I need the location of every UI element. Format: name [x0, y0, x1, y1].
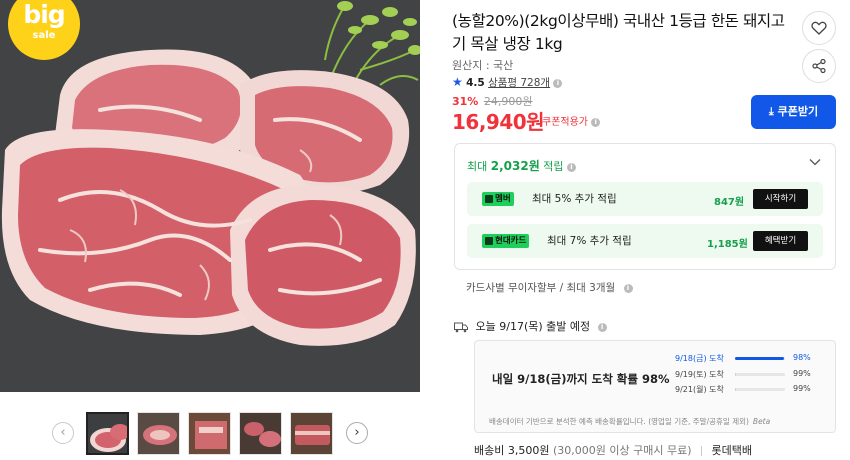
- info-icon[interactable]: i: [567, 162, 576, 172]
- share-button[interactable]: [802, 49, 836, 83]
- delivery-note-text: 배송데이터 기반으로 분석한 예측 배송확률입니다. (영업일 기준, 주말/공…: [489, 417, 749, 426]
- forecast-label: 9/19(토) 도착: [675, 370, 724, 379]
- hyundai-card-badge: 현대카드: [482, 234, 530, 248]
- reward-amount: 2,032원: [490, 159, 540, 173]
- reward-row-member: 멤버 최대 5% 추가 적립 847원 시작하기: [467, 182, 823, 216]
- forecast-row: 9/18(금) 도착 98%: [675, 353, 815, 365]
- heart-icon: [811, 21, 827, 35]
- beta-label: Beta: [752, 417, 771, 426]
- forecast-bar: [735, 357, 785, 360]
- rating-value: 4.5: [466, 77, 485, 89]
- departure-row: 오늘 9/17(목) 출발 예정 i: [454, 318, 607, 334]
- forecast-fill: [735, 357, 784, 360]
- badge-sale-text: sale: [32, 30, 56, 41]
- divider: [701, 446, 702, 456]
- shipping-fee: 배송비 3,500원: [474, 444, 550, 457]
- reward-row-card: 현대카드 최대 7% 추가 적립 1,185원 혜택받기: [467, 224, 823, 258]
- thumbnail-3[interactable]: [188, 412, 231, 455]
- forecast-bar: [735, 388, 785, 391]
- free-shipping-condition: (30,000원 이상 구매시 무료): [552, 444, 692, 457]
- reward-suffix: 적립: [543, 160, 564, 173]
- installment-info: 카드사별 무이자할부 / 최대 3개월 i: [466, 280, 633, 295]
- thumbnail-image: [240, 413, 281, 454]
- thumbnail-1[interactable]: [86, 412, 129, 455]
- info-icon[interactable]: i: [553, 78, 563, 88]
- thumbnail-4[interactable]: [239, 412, 282, 455]
- info-icon[interactable]: i: [623, 283, 633, 293]
- coupon-applied-label: 쿠폰적용가 i: [542, 113, 601, 128]
- thumbnail-prev-button[interactable]: ‹: [52, 422, 74, 444]
- shipping-fee-row: 배송비 3,500원 (30,000원 이상 구매시 무료) 롯데택배: [474, 442, 752, 458]
- product-title: (농할20%)(2kg이상무배) 국내산 1등급 한돈 돼지고기 목살 냉장 1…: [452, 12, 785, 53]
- star-icon: ★: [452, 75, 463, 89]
- pork-neck-photo: [0, 0, 420, 392]
- origin-label: 원산지 : 국산: [452, 59, 514, 72]
- download-icon: ⤓: [768, 105, 774, 118]
- forecast-label: 9/21(월) 도착: [675, 385, 724, 394]
- forecast-label: 9/18(금) 도착: [675, 354, 724, 363]
- arrival-headline: 내일 9/18(금)까지 도착 확률 98%: [492, 372, 670, 386]
- thumbnail-carousel: ‹ ›: [50, 412, 370, 456]
- thumbnail-image: [189, 413, 230, 454]
- member-badge: 멤버: [482, 192, 514, 206]
- thumbnail-image: [291, 413, 332, 454]
- thumbnail-image: [138, 413, 179, 454]
- reward-value: 847원: [714, 197, 745, 208]
- delivery-forecast-panel: 내일 9/18(금)까지 도착 확률 98% 9/18(금) 도착 98% 9/…: [474, 340, 836, 433]
- thumbnail-5[interactable]: [290, 412, 333, 455]
- thumbnail-next-button[interactable]: ›: [346, 422, 368, 444]
- review-count-link[interactable]: 상품평 728개: [488, 77, 550, 89]
- rating-row: ★ 4.5 상품평 728개 i: [452, 75, 563, 90]
- reward-header: 최대 2,032원 적립 i: [467, 157, 576, 174]
- reward-prefix: 최대: [467, 160, 488, 173]
- forecast-row: 9/21(월) 도착 99%: [675, 384, 815, 396]
- badge-big-text: big: [23, 0, 65, 29]
- forecast-percent: 99%: [793, 384, 811, 393]
- info-icon[interactable]: i: [597, 322, 607, 332]
- forecast-bar: [735, 373, 785, 376]
- info-icon[interactable]: i: [591, 117, 601, 127]
- start-member-button[interactable]: 시작하기: [753, 189, 808, 209]
- forecast-fill: [735, 388, 736, 391]
- get-benefit-button[interactable]: 혜택받기: [753, 231, 808, 251]
- thumbnail-2[interactable]: [137, 412, 180, 455]
- reward-text: 최대 5% 추가 적립: [532, 193, 617, 205]
- get-coupon-button[interactable]: ⤓ 쿠폰받기: [751, 95, 836, 129]
- forecast-percent: 98%: [793, 353, 811, 362]
- share-icon: [812, 58, 826, 74]
- coupon-applied-text: 쿠폰적용가: [542, 117, 588, 128]
- reward-value: 1,185원: [707, 239, 748, 250]
- thumbnail-image: [88, 414, 127, 453]
- forecast-percent: 99%: [793, 369, 811, 378]
- forecast-row: 9/19(토) 도착 99%: [675, 369, 815, 381]
- product-detail-page: big sale ‹ › (농할20%)(2kg이상무배) 국내산 1등급 한돈…: [0, 0, 850, 460]
- reward-text: 최대 7% 추가 적립: [547, 235, 632, 247]
- chevron-down-icon[interactable]: [809, 156, 821, 168]
- forecast-fill: [735, 373, 736, 376]
- sale-price: 16,940원: [452, 110, 545, 134]
- reward-panel: 최대 2,032원 적립 i 멤버 최대 5% 추가 적립 847원 시작하기 …: [454, 143, 836, 270]
- carrier-name: 롯데택배: [711, 444, 752, 457]
- installment-text: 카드사별 무이자할부 / 최대 3개월: [466, 282, 616, 294]
- delivery-note: 배송데이터 기반으로 분석한 예측 배송확률입니다. (영업일 기준, 주말/공…: [489, 416, 770, 427]
- truck-icon: [454, 322, 468, 332]
- wishlist-button[interactable]: [802, 11, 836, 45]
- product-main-image[interactable]: big sale: [0, 0, 420, 392]
- product-info-panel: (농할20%)(2kg이상무배) 국내산 1등급 한돈 돼지고기 목살 냉장 1…: [452, 0, 842, 460]
- departure-text: 오늘 9/17(목) 출발 예정: [475, 320, 591, 333]
- coupon-button-label: 쿠폰받기: [777, 105, 819, 118]
